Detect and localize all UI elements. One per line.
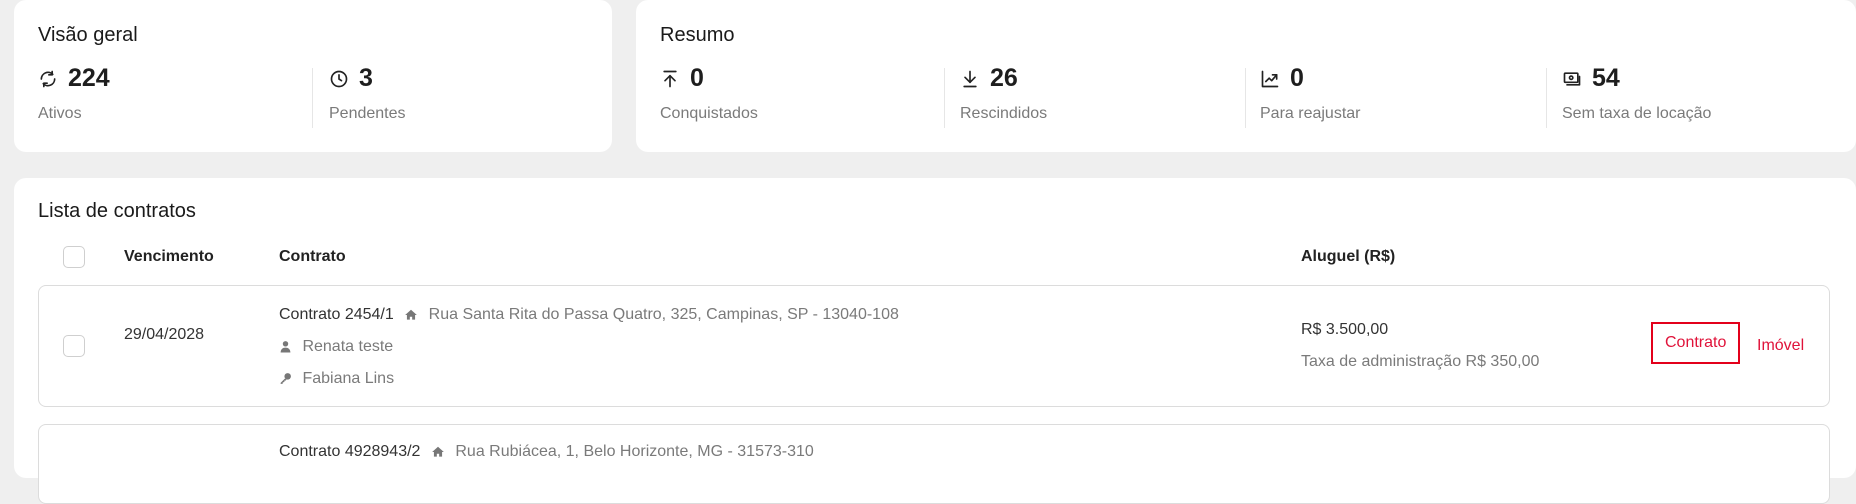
clock-icon — [330, 70, 348, 87]
key-icon — [280, 373, 291, 385]
divider — [944, 68, 945, 128]
divider — [1546, 68, 1547, 128]
home-icon — [432, 446, 444, 457]
stat-label: Sem taxa de locação — [1562, 105, 1712, 122]
row-checkbox[interactable] — [63, 335, 85, 357]
arrow-up-to-line-icon — [663, 70, 677, 87]
stat-label: Pendentes — [329, 105, 406, 122]
stat-terminated[interactable]: 26 Rescindidos — [960, 64, 1047, 123]
column-header-rent[interactable]: Aluguel (R$) — [1301, 248, 1395, 266]
tenant-name: Renata teste — [302, 338, 394, 355]
download-icon — [963, 70, 977, 87]
stat-won[interactable]: 0 Conquistados — [660, 64, 758, 123]
stat-value: 3 — [359, 64, 373, 92]
divider — [312, 68, 313, 128]
contract-address: Rua Rubiácea, 1, Belo Horizonte, MG - 31… — [455, 443, 814, 460]
contracts-title: Lista de contratos — [38, 200, 196, 222]
property-button[interactable]: Imóvel — [1757, 337, 1804, 355]
stat-value: 0 — [690, 64, 704, 92]
stat-to-adjust[interactable]: 0 Para reajustar — [1260, 64, 1361, 123]
row-contract-line: Contrato 2454/1 Rua Santa Rita do Passa … — [279, 306, 899, 324]
overview-title: Visão geral — [38, 24, 138, 46]
person-icon — [280, 341, 291, 353]
summary-title: Resumo — [660, 24, 735, 46]
stat-label: Ativos — [38, 105, 82, 122]
home-icon — [405, 309, 418, 320]
contract-address: Rua Santa Rita do Passa Quatro, 325, Cam… — [428, 306, 899, 323]
rent-value: R$ 3.500,00 — [1301, 321, 1389, 338]
stat-label: Rescindidos — [960, 105, 1048, 122]
stat-value: 0 — [1290, 64, 1304, 92]
admin-fee: Taxa de administração R$ 350,00 — [1301, 353, 1540, 370]
trending-up-icon — [1261, 70, 1279, 87]
select-all-checkbox[interactable] — [63, 246, 85, 268]
refresh-icon — [40, 70, 56, 87]
contract-number[interactable]: Contrato 4928943/2 — [279, 443, 420, 460]
owner-name: Fabiana Lins — [302, 370, 395, 387]
table-row[interactable] — [38, 424, 1830, 504]
banknote-icon — [1563, 71, 1581, 86]
stat-value: 54 — [1592, 64, 1620, 92]
summary-card: Resumo 0 Conquistados 26 Rescindidos 0 P… — [636, 0, 1856, 152]
contract-button[interactable]: Contrato — [1651, 322, 1741, 364]
column-header-due[interactable]: Vencimento — [124, 248, 214, 266]
stat-no-fee[interactable]: 54 Sem taxa de locação — [1562, 64, 1711, 123]
contract-number[interactable]: Contrato 2454/1 — [279, 306, 394, 323]
divider — [1245, 68, 1246, 128]
row-due-date: 29/04/2028 — [124, 326, 205, 343]
stat-value: 26 — [990, 64, 1018, 92]
stat-pending[interactable]: 3 Pendentes — [329, 64, 406, 123]
tenant-line: Renata teste — [279, 338, 393, 356]
row-contract-line: Contrato 4928943/2 Rua Rubiácea, 1, Belo… — [279, 443, 814, 461]
stat-active[interactable]: 224 Ativos — [38, 64, 110, 123]
stat-value: 224 — [68, 64, 110, 92]
stat-label: Para reajustar — [1260, 105, 1361, 122]
overview-card: Visão geral 224 Ativos 3 Pendentes — [14, 0, 612, 152]
owner-line: Fabiana Lins — [279, 370, 394, 388]
stat-label: Conquistados — [660, 105, 758, 122]
column-header-contract[interactable]: Contrato — [279, 248, 346, 266]
